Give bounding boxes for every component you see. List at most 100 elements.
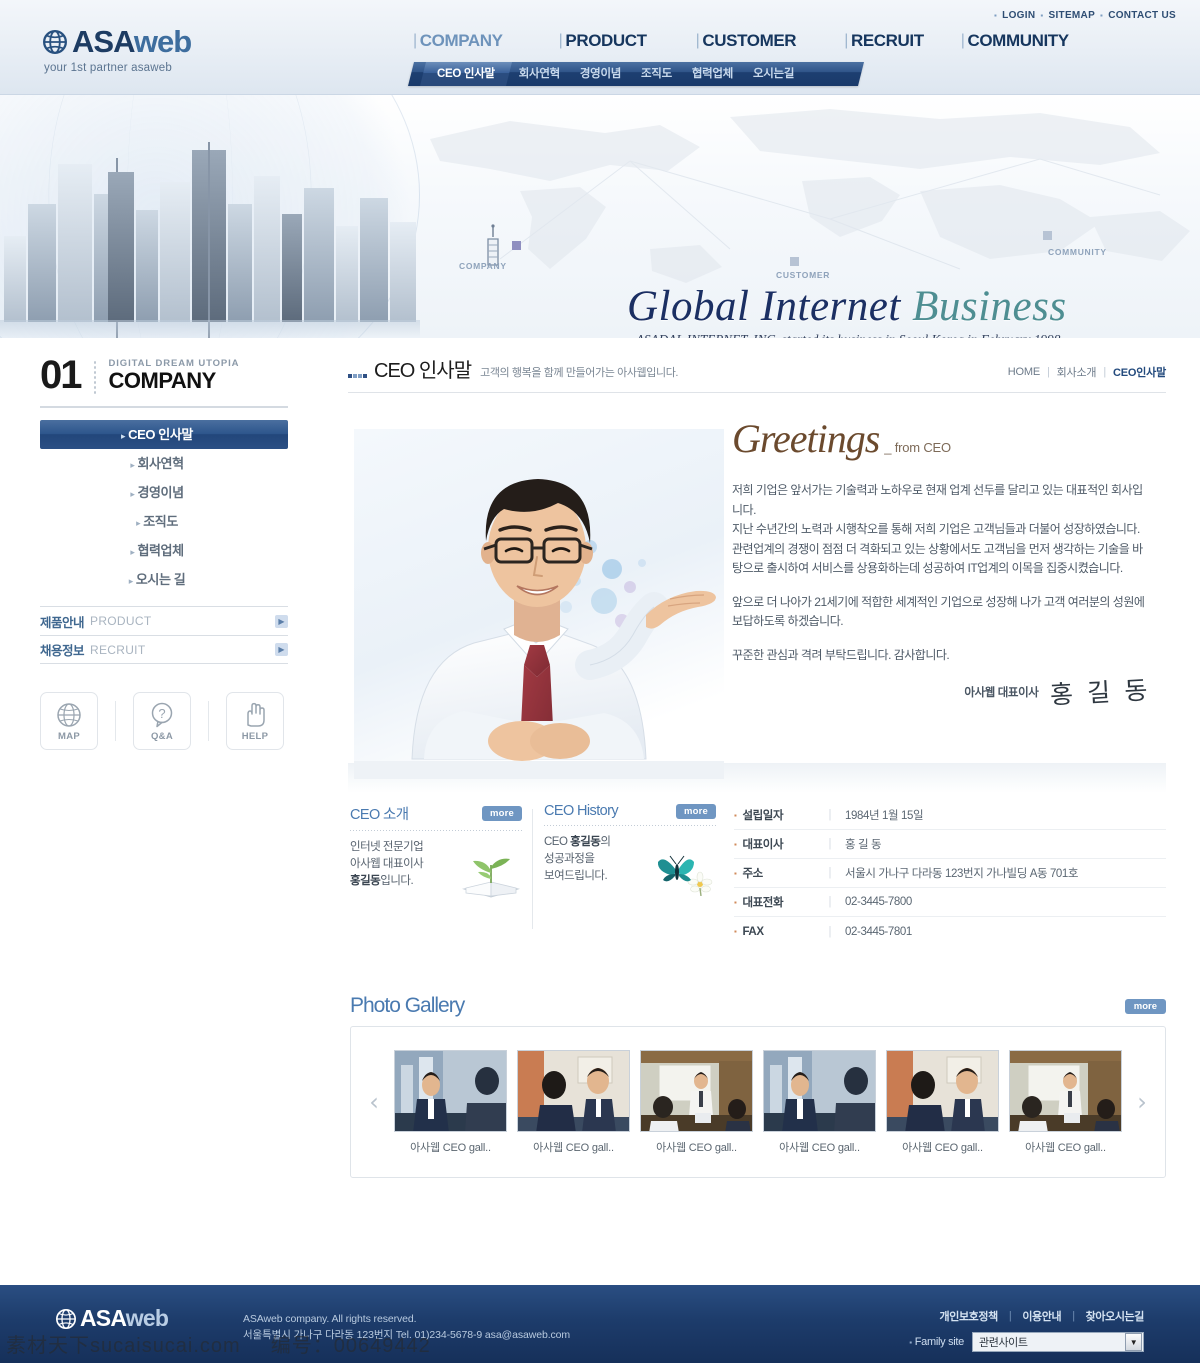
signature-label: 아사웹 대표이사	[964, 687, 1039, 699]
chevron-right-icon: ▸	[128, 576, 134, 586]
map-button[interactable]: MAP	[40, 692, 98, 750]
gallery-item[interactable]: 아사웹 CEO gall..	[514, 1049, 633, 1155]
footer-link-guide[interactable]: 이용안내	[1022, 1308, 1061, 1324]
site-logo[interactable]: ASAweb your 1st partner asaweb	[42, 26, 192, 74]
footer-link-privacy[interactable]: 개인보호정책	[940, 1308, 999, 1324]
sidebar-menu: ▸ CEO 인사말 ▸ 회사연혁 ▸ 경영이념 ▸ 조직도 ▸ 협력업체 ▸ 오시는 길	[40, 420, 288, 594]
quick-link-recruit[interactable]: 채용정보 RECRUIT ▶	[40, 635, 288, 664]
gallery-thumbnail	[640, 1049, 753, 1132]
dotted-rule	[350, 830, 522, 831]
ceo-history-box: CEO History more CEO 홍길동의 성공과정을 보여드립니다.	[544, 803, 716, 896]
bullet-icon: ▪	[1040, 11, 1044, 20]
subnav-item-ceo-greeting[interactable]: CEO 인사말	[420, 62, 512, 86]
ceo-history-more-button[interactable]: more	[675, 803, 716, 819]
sidebar-item-partners[interactable]: ▸ 협력업체	[40, 536, 288, 565]
subnav-item-history[interactable]: 회사연혁	[509, 62, 570, 86]
gallery-caption: 아사웹 CEO gall..	[779, 1141, 860, 1154]
sidebar-item-ceo-greeting[interactable]: ▸ CEO 인사말	[40, 420, 288, 449]
logo-tagline: your 1st partner asaweb	[44, 62, 172, 74]
contact-us-link[interactable]: CONTACT US	[1108, 10, 1176, 21]
gnb-item-customer[interactable]: | CUSTOMER	[696, 31, 797, 51]
column-separator: |	[828, 896, 832, 908]
gallery-more-button[interactable]: more	[1124, 999, 1166, 1014]
family-site-select[interactable]: 관련사이트 ▼	[972, 1332, 1144, 1352]
mid-row: CEO 소개 more 인터넷 전문기업 아사웹 대표이사 홍길동입니다. CE…	[348, 803, 1166, 945]
hero-banner: COMPANY CUSTOMER COMMUNITY PRODUCT RECRU…	[0, 95, 1200, 338]
city-skyline-graphic	[0, 123, 420, 338]
global-nav: | COMPANY | PRODUCT | CUSTOMER | RECRUIT…	[413, 31, 1069, 51]
footer-copyright: ASAweb company. All rights reserved.	[243, 1313, 417, 1325]
bullet-icon: ▪	[994, 11, 998, 20]
gnb-item-recruit[interactable]: | RECRUIT	[844, 31, 924, 51]
subnav-item-directions[interactable]: 오시는길	[743, 62, 804, 86]
chevron-right-icon: ▸	[130, 460, 135, 470]
quick-link-product[interactable]: 제품안내 PRODUCT ▶	[40, 606, 288, 635]
signature-row: 아사웹 대표이사 홍 길 동	[732, 677, 1152, 709]
gallery-item[interactable]: 아사웹 CEO gall..	[637, 1049, 756, 1155]
ceo-photo-illustration	[354, 429, 724, 779]
page-description: 고객의 행복을 함께 만들어가는 아사웹입니다.	[480, 367, 679, 379]
gnb-label: CUSTOMER	[702, 31, 797, 50]
title-marker-icon	[348, 374, 367, 378]
gallery-item[interactable]: 아사웹 CEO gall..	[760, 1049, 879, 1155]
chevron-right-icon: ▸	[130, 547, 135, 557]
subnav-item-partners[interactable]: 협력업체	[682, 62, 743, 86]
gallery-thumbnail	[886, 1049, 999, 1132]
ceo-history-line1: CEO 홍길동의	[544, 836, 611, 848]
sitemap-link[interactable]: SITEMAP	[1048, 10, 1095, 21]
gallery-item[interactable]: 아사웹 CEO gall..	[1006, 1049, 1125, 1155]
gallery-item[interactable]: 아사웹 CEO gall..	[391, 1049, 510, 1155]
sidebar-item-history[interactable]: ▸ 회사연혁	[40, 449, 288, 478]
family-site-selected-value: 관련사이트	[979, 1337, 1028, 1349]
column-separator: |	[828, 867, 832, 879]
hero-title: Global Internet Business	[627, 283, 1067, 330]
breadcrumb: HOME | 회사소개 | CEO인사말	[1008, 364, 1166, 383]
hand-icon	[247, 702, 265, 727]
info-value: 02-3445-7801	[845, 925, 912, 938]
chevron-down-icon[interactable]: ▼	[1125, 1333, 1142, 1351]
nav-divider-icon: |	[844, 32, 848, 49]
qna-button-label: Q&A	[150, 730, 173, 742]
sidebar-header: 01 DIGITAL DREAM UTOPIA COMPANY	[40, 353, 288, 397]
help-button[interactable]: HELP	[226, 692, 284, 750]
gallery-item[interactable]: 아사웹 CEO gall..	[883, 1049, 1002, 1155]
gallery-next-button[interactable]: ›	[1129, 1090, 1155, 1114]
hero-subtitle-line1: ASADAL INTERNET, INC. started its busine…	[636, 331, 1060, 338]
ceo-intro-more-button[interactable]: more	[481, 806, 522, 821]
table-row: ▪ 대표이사 | 홍 길 동	[734, 830, 1166, 859]
gnb-item-product[interactable]: | PRODUCT	[559, 31, 647, 51]
photo-gallery-section: Photo Gallery more ‹ 아사웹 CEO gall.. 아사웹 …	[350, 994, 1166, 1178]
question-bubble-icon: ?	[151, 702, 173, 727]
gnb-item-community[interactable]: | COMMUNITY	[961, 31, 1069, 51]
map-node-customer	[790, 257, 799, 266]
site-header: ASAweb your 1st partner asaweb ▪ LOGIN ▪…	[0, 0, 1200, 95]
sidebar-icon-buttons: MAP ? Q&A HELP	[40, 692, 288, 750]
qna-button[interactable]: ? Q&A	[133, 692, 191, 750]
sidebar-item-philosophy[interactable]: ▸ 경영이념	[40, 478, 288, 507]
breadcrumb-home[interactable]: HOME	[1008, 366, 1040, 378]
globe-icon	[43, 29, 67, 54]
login-link[interactable]: LOGIN	[1002, 10, 1035, 21]
ceo-intro-line1: 인터넷 전문기업	[350, 841, 424, 853]
subnav-item-orgchart[interactable]: 조직도	[631, 62, 682, 86]
ceo-portrait-photo	[354, 429, 724, 779]
page-title-rule	[348, 392, 1166, 393]
gnb-item-company[interactable]: | COMPANY	[413, 31, 503, 51]
sidebar-item-directions[interactable]: ▸ 오시는 길	[40, 565, 288, 594]
nav-divider-icon: |	[695, 32, 700, 49]
gnb-label: COMMUNITY	[967, 31, 1069, 50]
hero-subtitle: ASADAL INTERNET, INC. started its busine…	[636, 331, 1060, 338]
subnav-item-philosophy[interactable]: 경영이념	[570, 62, 631, 86]
breadcrumb-company[interactable]: 회사소개	[1057, 364, 1097, 380]
footer-link-directions[interactable]: 찾아오시는길	[1086, 1308, 1145, 1324]
left-sidebar: 01 DIGITAL DREAM UTOPIA COMPANY ▸ CEO 인사말…	[40, 353, 288, 750]
sidebar-item-orgchart[interactable]: ▸ 조직도	[40, 507, 288, 536]
footer-info: ASAweb company. All rights reserved. 서울특…	[243, 1311, 570, 1343]
bullet-icon: ▪	[734, 927, 737, 936]
gallery-prev-button[interactable]: ‹	[361, 1090, 387, 1114]
ceo-history-title: CEO History	[544, 803, 619, 819]
greetings-subheading: _ from CEO	[884, 440, 951, 455]
table-row: ▪ FAX | 02-3445-7801	[734, 917, 1166, 946]
sidebar-section-number: 01	[40, 353, 82, 397]
footer-logo[interactable]: ASAweb	[55, 1307, 169, 1330]
